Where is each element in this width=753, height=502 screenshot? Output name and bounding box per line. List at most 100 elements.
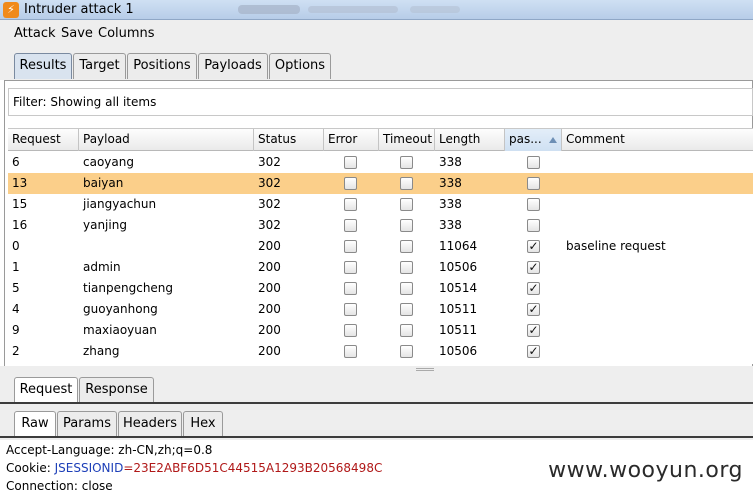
- error-checkbox[interactable]: [344, 261, 357, 274]
- error-checkbox[interactable]: [344, 240, 357, 253]
- cell-status: 200: [258, 260, 281, 274]
- results-table: Request Payload Status Error Timeout Len…: [8, 128, 753, 364]
- table-row[interactable]: 4 guoyanhong 200 10511 ✓: [8, 299, 753, 320]
- error-checkbox[interactable]: [344, 282, 357, 295]
- pass-checkbox[interactable]: ✓: [527, 324, 540, 337]
- timeout-checkbox[interactable]: [400, 156, 413, 169]
- timeout-checkbox[interactable]: [400, 324, 413, 337]
- error-checkbox[interactable]: [344, 156, 357, 169]
- timeout-checkbox[interactable]: [400, 219, 413, 232]
- table-row[interactable]: 13 baiyan 302 338: [8, 173, 753, 194]
- tab-payloads[interactable]: Payloads: [198, 53, 268, 79]
- error-checkbox[interactable]: [344, 345, 357, 358]
- cell-request: 5: [12, 281, 20, 295]
- column-header-pass[interactable]: pas...: [505, 129, 562, 151]
- cell-status: 200: [258, 281, 281, 295]
- pane-splitter[interactable]: [0, 366, 753, 374]
- tab-hex[interactable]: Hex: [183, 411, 223, 437]
- column-header-pass-label: pas...: [509, 132, 542, 146]
- cookie-name: JSESSIONID: [54, 461, 124, 475]
- divider: [0, 436, 753, 438]
- tab-request[interactable]: Request: [14, 377, 78, 403]
- error-checkbox[interactable]: [344, 303, 357, 316]
- error-checkbox[interactable]: [344, 219, 357, 232]
- cell-request: 0: [12, 239, 20, 253]
- column-header-status[interactable]: Status: [254, 129, 324, 151]
- cell-length: 10506: [439, 344, 478, 358]
- table-row[interactable]: 0 200 11064 ✓ baseline request: [8, 236, 753, 257]
- cell-request: 6: [12, 155, 20, 169]
- pass-checkbox[interactable]: ✓: [527, 261, 540, 274]
- error-checkbox[interactable]: [344, 198, 357, 211]
- column-header-comment[interactable]: Comment: [562, 129, 753, 151]
- column-header-timeout[interactable]: Timeout: [379, 129, 435, 151]
- cell-length: 10511: [439, 302, 478, 316]
- blurred-title-text: [238, 5, 300, 14]
- filter-text: Filter: Showing all items: [13, 95, 157, 109]
- pass-checkbox[interactable]: [527, 156, 540, 169]
- cell-status: 200: [258, 239, 281, 253]
- tab-target[interactable]: Target: [73, 53, 126, 79]
- cell-request: 16: [12, 218, 28, 232]
- column-header-length[interactable]: Length: [435, 129, 505, 151]
- cell-request: 4: [12, 302, 20, 316]
- menu-columns[interactable]: Columns: [98, 26, 155, 41]
- cell-length: 338: [439, 218, 462, 232]
- cell-request: 13: [12, 176, 28, 190]
- table-row[interactable]: 16 yanjing 302 338: [8, 215, 753, 236]
- table-row[interactable]: 5 tianpengcheng 200 10514 ✓: [8, 278, 753, 299]
- splitter-grip-icon[interactable]: [416, 368, 434, 371]
- cell-payload: tianpengcheng: [83, 281, 174, 295]
- error-checkbox[interactable]: [344, 324, 357, 337]
- cell-length: 338: [439, 155, 462, 169]
- table-row[interactable]: 2 zhang 200 10506 ✓: [8, 341, 753, 362]
- cell-request: 9: [12, 323, 20, 337]
- tab-params[interactable]: Params: [57, 411, 117, 437]
- cell-payload: baiyan: [83, 176, 124, 190]
- raw-line-connection: Connection: close: [6, 479, 113, 493]
- timeout-checkbox[interactable]: [400, 282, 413, 295]
- pass-checkbox[interactable]: ✓: [527, 282, 540, 295]
- column-header-error[interactable]: Error: [324, 129, 379, 151]
- timeout-checkbox[interactable]: [400, 261, 413, 274]
- table-row[interactable]: 15 jiangyachun 302 338: [8, 194, 753, 215]
- cell-status: 200: [258, 302, 281, 316]
- column-header-request[interactable]: Request: [8, 129, 79, 151]
- tab-results[interactable]: Results: [14, 53, 72, 79]
- timeout-checkbox[interactable]: [400, 198, 413, 211]
- error-checkbox[interactable]: [344, 177, 357, 190]
- menu-bar: Attack Save Columns: [0, 20, 753, 46]
- timeout-checkbox[interactable]: [400, 345, 413, 358]
- pass-checkbox[interactable]: ✓: [527, 240, 540, 253]
- table-row[interactable]: 9 maxiaoyuan 200 10511 ✓: [8, 320, 753, 341]
- pass-checkbox[interactable]: [527, 177, 540, 190]
- timeout-checkbox[interactable]: [400, 240, 413, 253]
- cell-length: 338: [439, 197, 462, 211]
- timeout-checkbox[interactable]: [400, 177, 413, 190]
- title-bar: ⚡ Intruder attack 1: [0, 0, 753, 20]
- pass-checkbox[interactable]: ✓: [527, 303, 540, 316]
- raw-line-accept-language: Accept-Language: zh-CN,zh;q=0.8: [6, 443, 213, 457]
- table-row[interactable]: 1 admin 200 10506 ✓: [8, 257, 753, 278]
- cookie-value: =23E2ABF6D51C44515A1293B20568498C: [123, 461, 383, 475]
- pass-checkbox[interactable]: [527, 219, 540, 232]
- cell-status: 200: [258, 323, 281, 337]
- cell-length: 10514: [439, 281, 478, 295]
- pass-checkbox[interactable]: [527, 198, 540, 211]
- cell-status: 302: [258, 197, 281, 211]
- cell-payload: jiangyachun: [83, 197, 157, 211]
- menu-save[interactable]: Save: [61, 26, 93, 41]
- pass-checkbox[interactable]: ✓: [527, 345, 540, 358]
- tab-raw[interactable]: Raw: [14, 411, 56, 437]
- menu-attack[interactable]: Attack: [14, 26, 56, 41]
- tab-positions[interactable]: Positions: [127, 53, 197, 79]
- cell-status: 302: [258, 155, 281, 169]
- column-header-payload[interactable]: Payload: [79, 129, 254, 151]
- tab-options[interactable]: Options: [269, 53, 331, 79]
- filter-bar[interactable]: Filter: Showing all items: [8, 88, 753, 116]
- tab-headers[interactable]: Headers: [118, 411, 182, 437]
- blurred-title-text: [410, 6, 460, 13]
- tab-response[interactable]: Response: [79, 377, 154, 403]
- table-row[interactable]: 6 caoyang 302 338: [8, 152, 753, 173]
- timeout-checkbox[interactable]: [400, 303, 413, 316]
